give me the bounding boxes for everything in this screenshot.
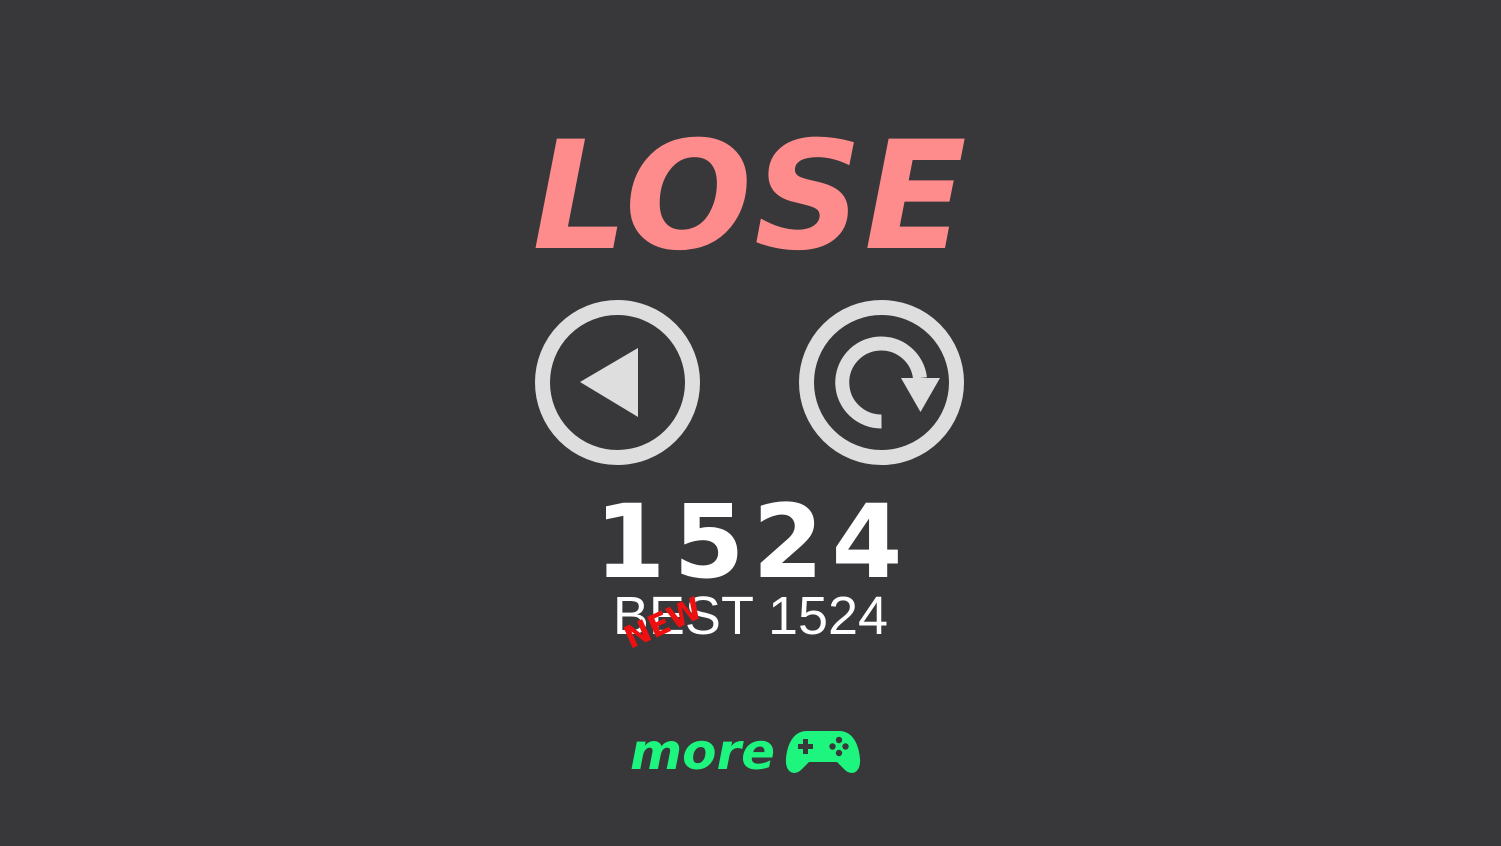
restart-button[interactable] <box>798 299 965 466</box>
result-title: LOSE <box>532 110 969 284</box>
game-over-screen: LOSE 1524 BEST 1524 NEW more <box>0 0 1501 846</box>
restart-icon <box>799 300 964 465</box>
best-score: BEST 1524 <box>612 586 889 646</box>
more-games-label: more <box>630 723 776 781</box>
score-value: 1524 <box>594 483 911 602</box>
more-games-button[interactable]: more <box>630 722 861 782</box>
gamepad-icon <box>785 731 861 773</box>
back-arrow-icon <box>535 300 700 465</box>
back-button[interactable] <box>534 299 701 466</box>
